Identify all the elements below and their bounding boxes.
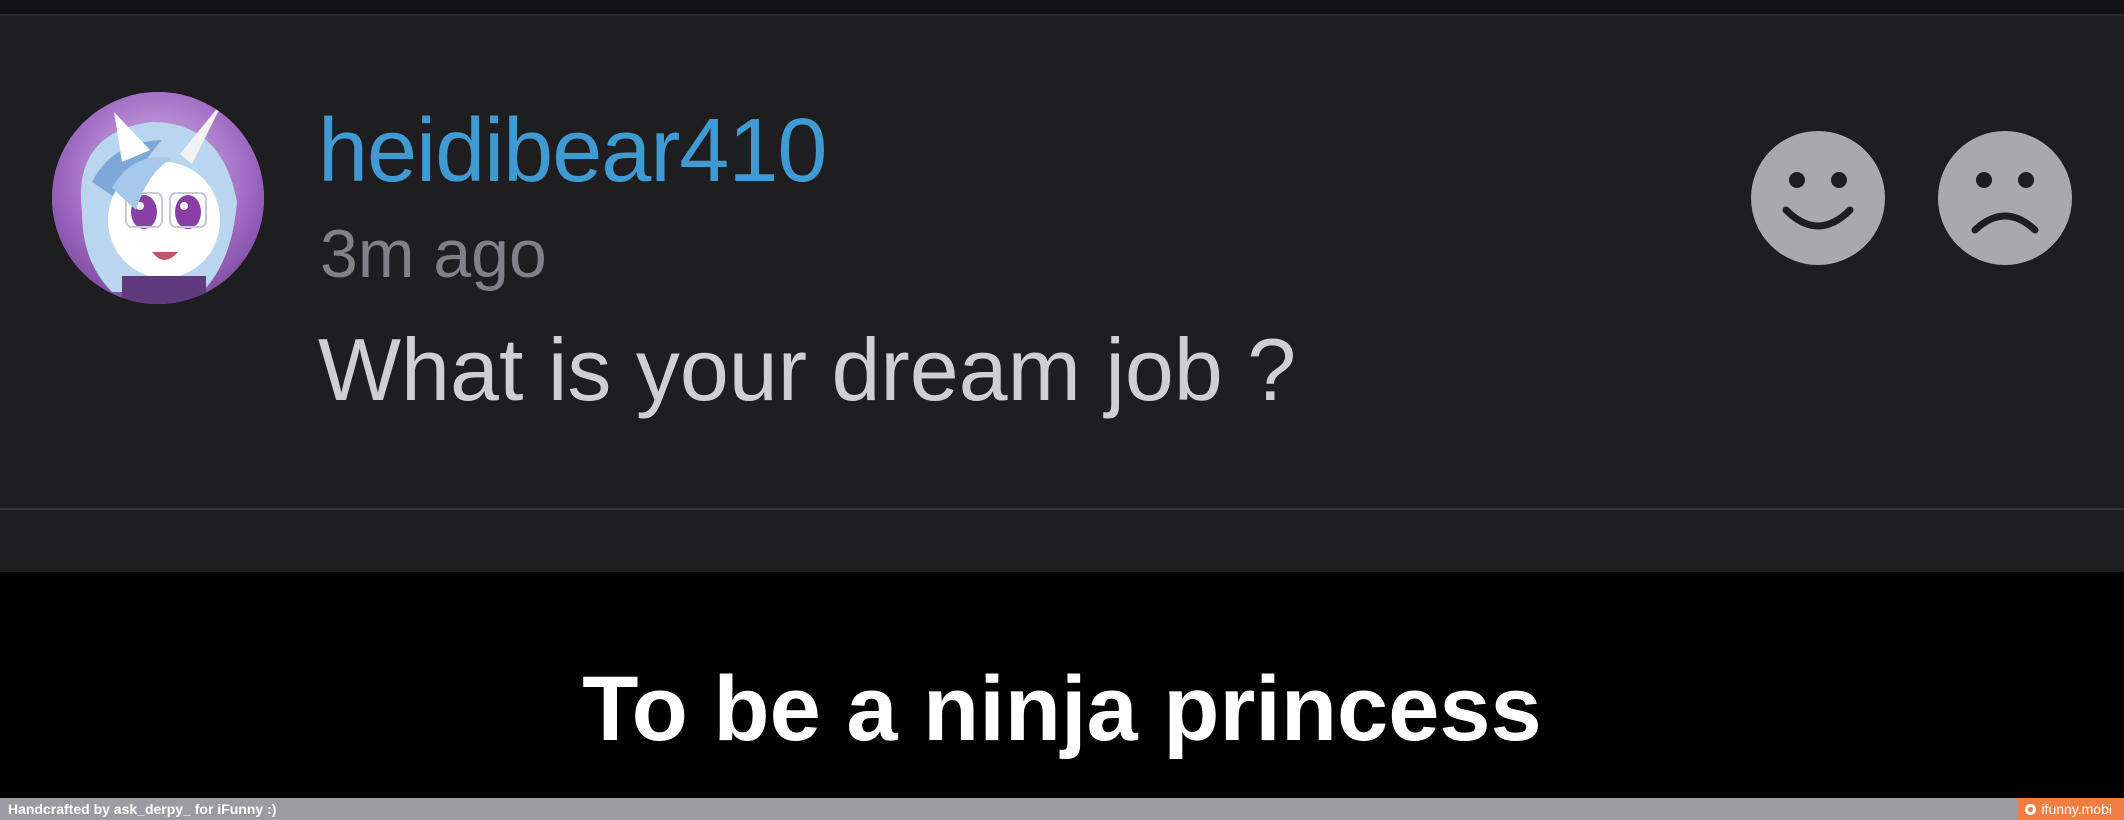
meme-caption: To be a ninja princess [582, 658, 1542, 760]
meme-frame: heidibear410 3m ago What is your dream j… [0, 0, 2124, 820]
ifunny-logo-icon [2025, 803, 2037, 815]
watermark-badge: ifunny.mobi [2017, 798, 2124, 820]
comment-panel-footer [0, 510, 2124, 572]
comment-timestamp: 3m ago [320, 216, 547, 292]
smile-face-icon[interactable] [1750, 130, 1886, 266]
top-strip [0, 0, 2124, 16]
comment-username[interactable]: heidibear410 [318, 96, 827, 206]
footer-bar: Handcrafted by ask_derpy_ for iFunny :) … [0, 798, 2124, 820]
comment-text: What is your dream job ? [318, 320, 1297, 419]
footer-credit: Handcrafted by ask_derpy_ for iFunny :) [8, 801, 277, 817]
watermark-text: ifunny.mobi [2041, 801, 2112, 817]
pony-avatar-icon[interactable] [52, 92, 264, 304]
frown-face-icon[interactable] [1937, 130, 2073, 266]
